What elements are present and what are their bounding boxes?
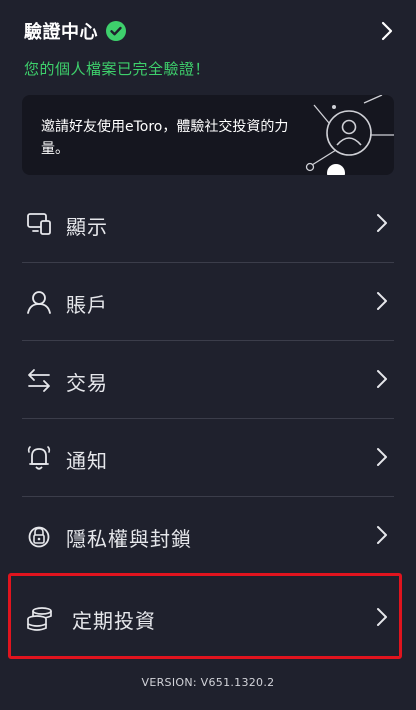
user-icon (27, 291, 51, 314)
social-network-illustration-icon (305, 95, 394, 175)
menu-item-notifications[interactable]: 通知 (22, 419, 394, 497)
menu-item-recurring-investment[interactable]: 定期投資 (22, 575, 394, 661)
chevron-right-icon (377, 448, 387, 466)
chevron-right-icon (377, 214, 387, 232)
chevron-right-icon[interactable] (380, 20, 394, 42)
verified-check-icon (106, 21, 126, 41)
invite-friends-card[interactable]: 邀請好友使用eToro，體驗社交投資的力量。 (22, 95, 394, 175)
version-label: VERSION: V651.1320.2 (141, 676, 275, 689)
verification-center[interactable]: 驗證中心 您的個人檔案已完全驗證！ (0, 0, 416, 90)
menu-item-account[interactable]: 賬戶 (22, 263, 394, 341)
menu-label: 交易 (66, 371, 108, 395)
menu-label: 定期投資 (72, 609, 156, 633)
chevron-right-icon (377, 608, 387, 626)
menu-label: 賬戶 (66, 293, 108, 317)
display-icon (27, 213, 51, 235)
menu-label: 隱私權與封鎖 (66, 527, 192, 551)
chevron-right-icon (377, 526, 387, 544)
chevron-right-icon (377, 292, 387, 310)
menu-label: 通知 (66, 449, 108, 473)
menu-item-trading[interactable]: 交易 (22, 341, 394, 419)
chevron-right-icon (377, 370, 387, 388)
menu-item-display[interactable]: 顯示 (22, 185, 394, 263)
settings-menu: 顯示 賬戶 交易 通知 隱私權與封鎖 定期投資 (0, 185, 416, 661)
menu-label: 顯示 (66, 215, 108, 239)
invite-text: 邀請好友使用eToro，體驗社交投資的力量。 (41, 119, 289, 157)
transfer-arrows-icon (28, 369, 50, 392)
verification-status: 您的個人檔案已完全驗證！ (24, 60, 211, 78)
verification-title: 驗證中心 (24, 22, 98, 43)
menu-item-privacy[interactable]: 隱私權與封鎖 (22, 497, 394, 575)
lock-icon (28, 526, 50, 548)
bell-icon (27, 446, 51, 470)
verification-title-row: 驗證中心 (24, 18, 126, 44)
coins-icon (27, 607, 52, 631)
